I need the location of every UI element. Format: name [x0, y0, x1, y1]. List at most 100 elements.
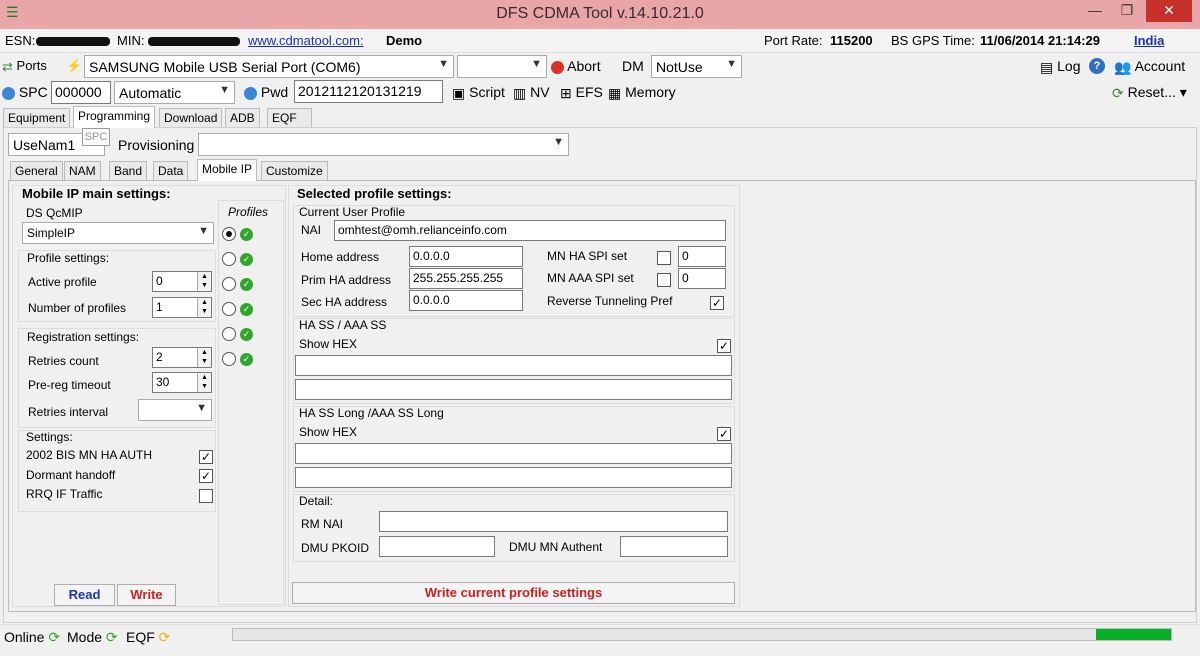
spc-button[interactable]: SPC [2, 84, 48, 100]
opt-rrq-traffic-label: RRQ IF Traffic [26, 487, 103, 501]
port-select-value: SAMSUNG Mobile USB Serial Port (COM6) [89, 59, 361, 75]
mn-aaa-spi-checkbox[interactable] [657, 273, 671, 287]
stepper-arrows-icon[interactable]: ▲ ▼ [197, 298, 211, 317]
tab-data[interactable]: Data [153, 161, 189, 181]
eqf-indicator-icon: ⟳ [158, 629, 171, 645]
home-address-input[interactable]: 0.0.0.0 [409, 246, 523, 267]
refresh-icon [2, 86, 15, 100]
close-button[interactable]: ✕ [1146, 0, 1192, 22]
tab-general[interactable]: General [10, 161, 63, 181]
tab-download[interactable]: Download [159, 108, 223, 128]
show-hex-checkbox[interactable]: ✓ [717, 339, 731, 353]
profile-radio[interactable] [222, 352, 236, 366]
secondary-select[interactable]: ▼ [457, 55, 547, 78]
profile-settings-label: Profile settings: [27, 251, 110, 265]
nv-button[interactable]: ▥ NV [513, 84, 550, 102]
spc-mode-select[interactable]: Automatic ▼ [114, 81, 235, 104]
mode-status: Mode ⟳ [67, 629, 118, 646]
eqf-label: EQF [126, 629, 155, 645]
log-label: Log [1057, 58, 1081, 74]
stepper-arrows-icon[interactable]: ▲ ▼ [197, 373, 211, 392]
tab-programming[interactable]: Programming [73, 106, 156, 128]
ha-ss-long-input[interactable] [295, 443, 732, 464]
rm-nai-input[interactable] [379, 511, 728, 532]
rrq-traffic-checkbox[interactable] [199, 489, 213, 503]
efs-button[interactable]: ⊞ EFS [560, 84, 603, 102]
aaa-ss-long-input[interactable] [295, 467, 732, 488]
tab-nam[interactable]: NAM [64, 161, 101, 181]
retries-count-stepper[interactable]: 2 ▲ ▼ [152, 347, 212, 368]
prim-ha-input[interactable]: 255.255.255.255 [409, 268, 523, 289]
pwd-input[interactable]: 2012112120131219 [294, 80, 443, 103]
profile-radio[interactable] [222, 252, 236, 266]
provisioning-select[interactable]: ▼ [198, 133, 569, 156]
log-button[interactable]: ▤ Log [1040, 58, 1080, 76]
dormant-handoff-checkbox[interactable]: ✓ [199, 469, 213, 483]
read-button[interactable]: Read [54, 584, 115, 606]
reverse-tunneling-label: Reverse Tunneling Pref [547, 294, 673, 308]
nv-icon: ▥ [513, 84, 527, 101]
ha-ss-title: HA SS / AAA SS [299, 318, 387, 332]
website-link[interactable]: www.cdmatool.com: [248, 33, 364, 48]
mn-aaa-spi-input[interactable]: 0 [678, 268, 726, 289]
ports-icon: ⇄ [2, 58, 13, 74]
tab-mobile-ip[interactable]: Mobile IP [197, 159, 258, 181]
sec-ha-label: Sec HA address [301, 295, 388, 309]
aaa-ss-input[interactable] [295, 379, 732, 400]
maximize-button[interactable]: ❐ [1112, 0, 1142, 22]
account-button[interactable]: 👥 Account [1114, 58, 1185, 76]
ds-qcmip-select[interactable]: SimpleIP ▼ [22, 222, 214, 244]
tab-adb[interactable]: ADB [225, 108, 260, 128]
ha-ss-input[interactable] [295, 355, 732, 376]
help-icon[interactable]: ? [1089, 58, 1105, 74]
dmu-pkoid-input[interactable] [379, 536, 495, 557]
memory-button[interactable]: ▦ Memory [608, 84, 676, 102]
ports-button[interactable]: ⇄ Ports [2, 58, 47, 75]
mn-ha-spi-checkbox[interactable] [657, 251, 671, 265]
spc-input[interactable]: 000000 [51, 81, 111, 104]
stepper-arrows-icon[interactable]: ▲ ▼ [197, 272, 211, 291]
minimize-button[interactable]: — [1080, 0, 1110, 22]
pwd-button[interactable]: Pwd [244, 84, 288, 100]
gps-time-value: 11/06/2014 21:14:29 [980, 33, 1100, 48]
write-button[interactable]: Write [117, 584, 176, 606]
progress-bar [232, 628, 1172, 641]
tab-band[interactable]: Band [109, 161, 148, 181]
tab-equipment[interactable]: Equipment [3, 108, 71, 128]
profile-radio[interactable] [222, 227, 236, 241]
sec-ha-input[interactable]: 0.0.0.0 [409, 290, 523, 311]
mn-ha-spi-input[interactable]: 0 [678, 246, 726, 267]
chevron-down-icon: ▼ [198, 225, 209, 237]
reverse-tunneling-checkbox[interactable]: ✓ [710, 296, 724, 310]
mn-ha-auth-checkbox[interactable]: ✓ [199, 450, 213, 464]
reset-button[interactable]: ⟳ Reset... ▾ [1112, 84, 1187, 102]
profile-radio[interactable] [222, 327, 236, 341]
mn-aaa-spi-label: MN AAA SPI set [547, 271, 634, 285]
write-profile-button[interactable]: Write current profile settings [292, 582, 735, 604]
stepper-arrows-icon[interactable]: ▲ ▼ [197, 348, 211, 367]
abort-label: Abort [567, 58, 601, 74]
active-profile-stepper[interactable]: 0 ▲ ▼ [152, 271, 212, 292]
num-profiles-stepper[interactable]: 1 ▲ ▼ [152, 297, 212, 318]
region-link[interactable]: India [1134, 33, 1164, 48]
profile-radio[interactable] [222, 277, 236, 291]
port-select[interactable]: SAMSUNG Mobile USB Serial Port (COM6) ▼ [84, 55, 454, 78]
info-bar: ESN: MIN: www.cdmatool.com: Demo Port Ra… [0, 29, 1200, 53]
tab-customize[interactable]: Customize [261, 161, 328, 181]
registration-label: Registration settings: [27, 330, 140, 344]
dm-select[interactable]: NotUse ▼ [651, 55, 742, 78]
home-address-label: Home address [301, 250, 380, 264]
dmu-mn-authent-input[interactable] [620, 536, 728, 557]
profile-radio[interactable] [222, 302, 236, 316]
retries-interval-select[interactable]: ▼ [138, 399, 212, 421]
nai-input[interactable]: omhtest@omh.relianceinfo.com [334, 220, 726, 241]
mode-indicator-icon: ⟳ [105, 629, 118, 645]
abort-button[interactable]: Abort [551, 58, 601, 74]
mn-ha-spi-label: MN HA SPI set [547, 249, 628, 263]
show-hex-long-checkbox[interactable]: ✓ [717, 427, 731, 441]
script-button[interactable]: ▣ Script [452, 84, 505, 102]
min-label: MIN: [117, 33, 145, 48]
tab-eqf[interactable]: EQF [267, 108, 312, 128]
prereg-timeout-stepper[interactable]: 30 ▲ ▼ [152, 372, 212, 393]
check-ok-icon: ✓ [240, 278, 253, 291]
